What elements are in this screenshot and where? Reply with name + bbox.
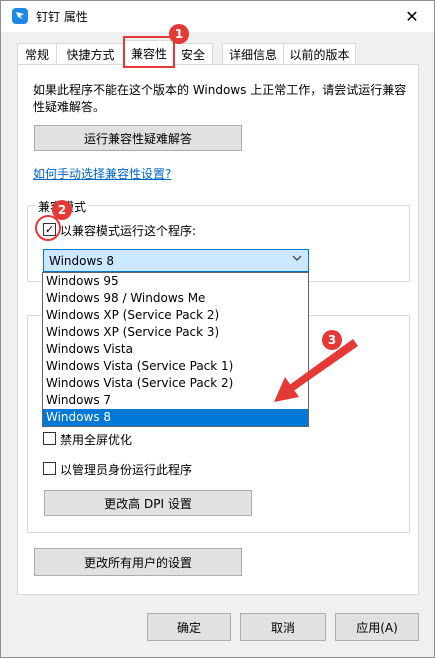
step-badge-3: 3 [322, 330, 342, 350]
step-badge-2: 2 [52, 200, 72, 220]
red-arrow-icon [274, 339, 358, 402]
properties-window: 钉钉 属性 ✕ 常规 快捷方式 兼容性 安全 详细信息 以前的版本 如果此程序不… [0, 0, 435, 658]
step-badge-1: 1 [169, 24, 189, 44]
